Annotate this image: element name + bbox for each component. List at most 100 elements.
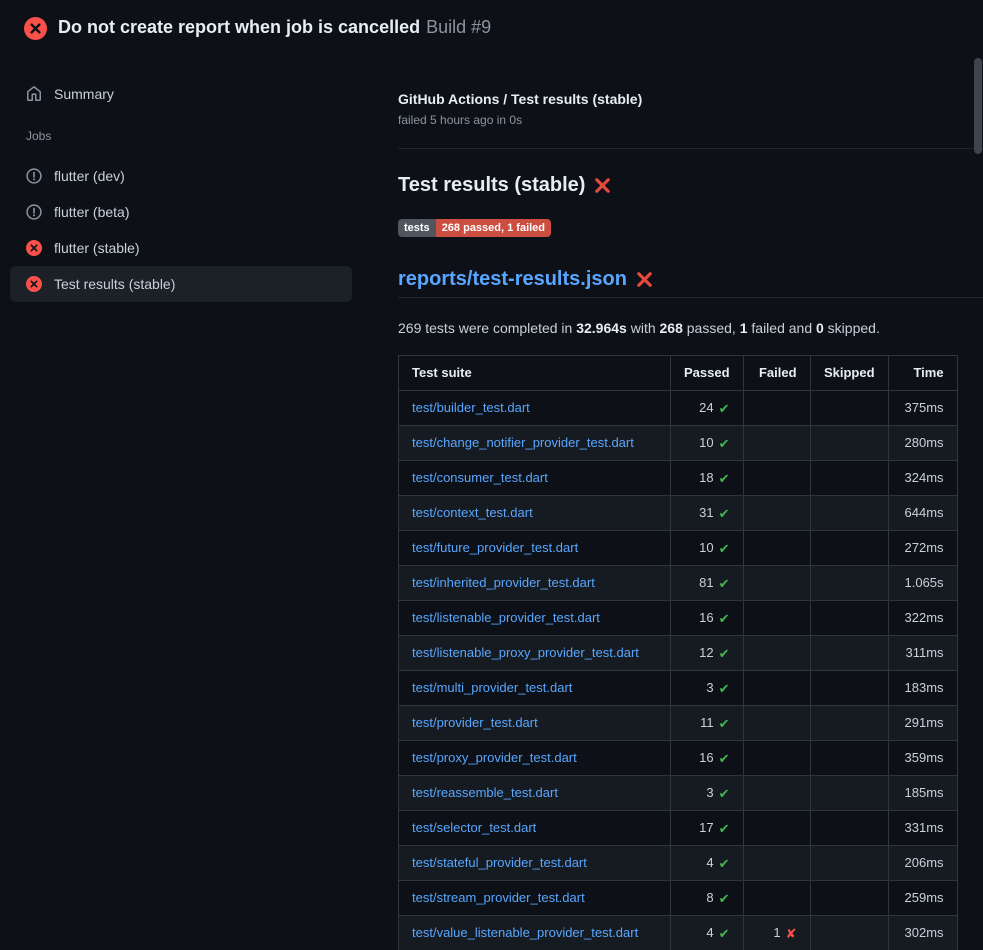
- check-icon: ✔: [719, 927, 730, 940]
- check-icon: ✔: [719, 472, 730, 485]
- summary-duration: 32.964s: [576, 320, 627, 336]
- report-file-link[interactable]: reports/test-results.json: [398, 267, 627, 292]
- test-time: 183ms: [888, 671, 957, 706]
- test-suite-link[interactable]: test/listenable_provider_test.dart: [412, 610, 600, 625]
- test-suite-link[interactable]: test/selector_test.dart: [412, 820, 536, 835]
- table-row: test/stream_provider_test.dart 8✔ ✘ 259m…: [399, 881, 958, 916]
- table-row: test/selector_test.dart 17✔ ✘ 331ms: [399, 811, 958, 846]
- col-header-test-suite: Test suite: [399, 356, 671, 391]
- sidebar-item-flutter-beta[interactable]: flutter (beta): [10, 194, 352, 230]
- sidebar-item-test-results-stable[interactable]: Test results (stable): [10, 266, 352, 302]
- summary-failed-count: 1: [740, 320, 748, 336]
- results-table-body: test/builder_test.dart 24✔ ✘ 375ms test/…: [399, 391, 958, 950]
- table-row: test/consumer_test.dart 18✔ ✘ 324ms: [399, 461, 958, 496]
- col-header-failed: Failed: [743, 356, 810, 391]
- section-title-text: Test results (stable): [398, 173, 585, 197]
- check-output: Test results (stable) tests 268 passed, …: [398, 173, 983, 950]
- summary-skipped-count: 0: [816, 320, 824, 336]
- passed-count: 18: [699, 468, 713, 488]
- test-suite-link[interactable]: test/reassemble_test.dart: [412, 785, 558, 800]
- check-breadcrumb: GitHub Actions / Test results (stable): [398, 90, 983, 108]
- summary-part: with: [627, 320, 660, 336]
- check-icon: ✔: [719, 647, 730, 660]
- test-time: 359ms: [888, 741, 957, 776]
- test-time: 331ms: [888, 811, 957, 846]
- x-mark-icon: [594, 177, 611, 194]
- check-icon: ✔: [719, 822, 730, 835]
- summary-label: Summary: [54, 86, 114, 102]
- sidebar-item-flutter-stable[interactable]: flutter (stable): [10, 230, 352, 266]
- test-suite-link[interactable]: test/multi_provider_test.dart: [412, 680, 572, 695]
- table-row: test/change_notifier_provider_test.dart …: [399, 426, 958, 461]
- page-header: Do not create report when job is cancell…: [0, 0, 983, 56]
- test-time: 259ms: [888, 881, 957, 916]
- test-time: 644ms: [888, 496, 957, 531]
- report-file-heading: reports/test-results.json: [398, 267, 983, 298]
- main-content: GitHub Actions / Test results (stable) f…: [360, 56, 983, 950]
- sidebar: Summary Jobs flutter (dev): [0, 56, 360, 302]
- test-suite-link[interactable]: test/listenable_proxy_provider_test.dart: [412, 645, 639, 660]
- table-row: test/builder_test.dart 24✔ ✘ 375ms: [399, 391, 958, 426]
- test-suite-link[interactable]: test/context_test.dart: [412, 505, 533, 520]
- test-time: 291ms: [888, 706, 957, 741]
- content-layout: Summary Jobs flutter (dev): [0, 56, 983, 950]
- table-row: test/value_listenable_provider_test.dart…: [399, 916, 958, 950]
- page-title: Do not create report when job is cancell…: [58, 17, 491, 39]
- test-time: 280ms: [888, 426, 957, 461]
- passed-count: 3: [706, 678, 713, 698]
- summary-part: 269 tests were completed in: [398, 320, 576, 336]
- failed-count: 1: [773, 923, 780, 943]
- test-suite-link[interactable]: test/builder_test.dart: [412, 400, 530, 415]
- test-suite-link[interactable]: test/stream_provider_test.dart: [412, 890, 585, 905]
- sidebar-item-flutter-dev[interactable]: flutter (dev): [10, 158, 352, 194]
- check-status-line: failed 5 hours ago in 0s: [398, 112, 983, 128]
- failed-x-circle-icon: [26, 276, 42, 292]
- test-time: 206ms: [888, 846, 957, 881]
- summary-part: skipped.: [824, 320, 880, 336]
- scrollbar[interactable]: [973, 56, 983, 950]
- test-suite-link[interactable]: test/consumer_test.dart: [412, 470, 548, 485]
- job-label: flutter (beta): [54, 204, 129, 220]
- job-label: flutter (stable): [54, 240, 140, 256]
- table-row: test/listenable_provider_test.dart 16✔ ✘…: [399, 601, 958, 636]
- test-suite-link[interactable]: test/future_provider_test.dart: [412, 540, 578, 555]
- passed-count: 4: [706, 923, 713, 943]
- table-row: test/provider_test.dart 11✔ ✘ 291ms: [399, 706, 958, 741]
- check-icon: ✔: [719, 717, 730, 730]
- test-suite-link[interactable]: test/stateful_provider_test.dart: [412, 855, 587, 870]
- check-icon: ✔: [719, 857, 730, 870]
- test-suite-link[interactable]: test/proxy_provider_test.dart: [412, 750, 577, 765]
- sidebar-jobs: flutter (dev) flutter (beta): [10, 158, 352, 302]
- failed-x-circle-icon: [26, 240, 42, 256]
- x-icon: ✘: [786, 927, 797, 940]
- table-row: test/listenable_proxy_provider_test.dart…: [399, 636, 958, 671]
- passed-count: 10: [699, 433, 713, 453]
- check-icon: ✔: [719, 787, 730, 800]
- table-row: test/stateful_provider_test.dart 4✔ ✘ 20…: [399, 846, 958, 881]
- header-divider: [398, 148, 983, 149]
- build-number: Build #9: [426, 17, 491, 37]
- check-icon: ✔: [719, 437, 730, 450]
- test-time: 324ms: [888, 461, 957, 496]
- test-suite-link[interactable]: test/change_notifier_provider_test.dart: [412, 435, 634, 450]
- test-suite-link[interactable]: test/inherited_provider_test.dart: [412, 575, 595, 590]
- passed-count: 10: [699, 538, 713, 558]
- passed-count: 16: [699, 748, 713, 768]
- passed-count: 3: [706, 783, 713, 803]
- neutral-alert-circle-icon: [26, 168, 42, 184]
- check-icon: ✔: [719, 577, 730, 590]
- sidebar-item-summary[interactable]: Summary: [10, 78, 352, 110]
- passed-count: 81: [699, 573, 713, 593]
- test-time: 1.065s: [888, 566, 957, 601]
- summary-part: passed,: [683, 320, 740, 336]
- test-suite-link[interactable]: test/value_listenable_provider_test.dart: [412, 925, 638, 940]
- test-suite-link[interactable]: test/provider_test.dart: [412, 715, 538, 730]
- passed-count: 17: [699, 818, 713, 838]
- passed-count: 11: [700, 713, 714, 733]
- job-label: flutter (dev): [54, 168, 125, 184]
- scrollbar-thumb[interactable]: [974, 58, 982, 154]
- home-icon: [26, 86, 42, 102]
- table-row: test/context_test.dart 31✔ ✘ 644ms: [399, 496, 958, 531]
- summary-passed-count: 268: [660, 320, 683, 336]
- table-row: test/proxy_provider_test.dart 16✔ ✘ 359m…: [399, 741, 958, 776]
